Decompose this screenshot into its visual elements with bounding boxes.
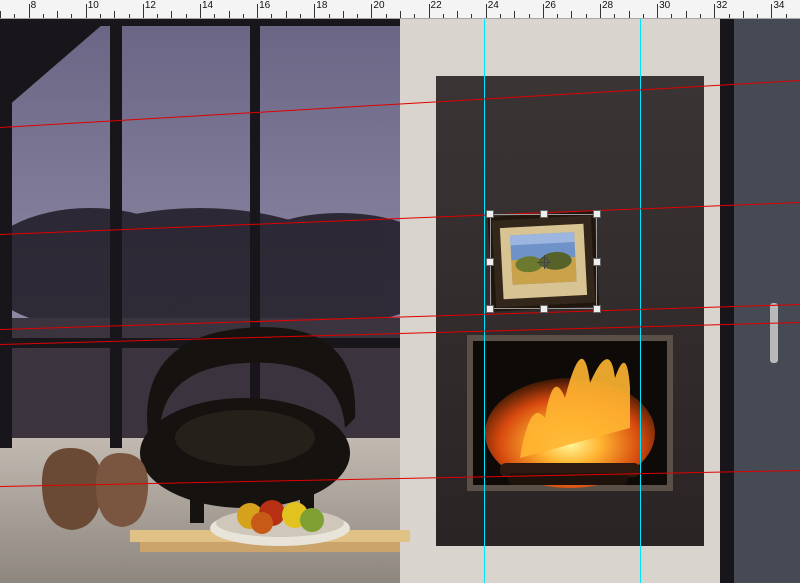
- ruler-tick: [757, 14, 758, 18]
- ruler-tick: [43, 14, 44, 18]
- ruler-tick: [571, 11, 572, 18]
- ruler-label: 8: [31, 0, 37, 11]
- vertical-guide[interactable]: [484, 18, 485, 583]
- ruler-tick: [271, 14, 272, 18]
- ruler-tick-major: [29, 4, 30, 18]
- transform-handle-ne[interactable]: [593, 210, 601, 218]
- transform-handle-se[interactable]: [593, 305, 601, 313]
- ruler-tick: [286, 11, 287, 18]
- ruler-tick-major: [771, 4, 772, 18]
- transform-handle-n[interactable]: [540, 210, 548, 218]
- ruler-tick: [14, 14, 15, 18]
- ruler-tick: [500, 14, 501, 18]
- ruler-tick-major: [486, 4, 487, 18]
- ruler-tick: [0, 11, 1, 18]
- ruler-tick-major: [257, 4, 258, 18]
- ruler-label: 34: [773, 0, 784, 11]
- ruler-tick: [357, 14, 358, 18]
- ruler-tick: [71, 14, 72, 18]
- free-transform-selection[interactable]: [490, 214, 597, 309]
- ruler-tick-major: [143, 4, 144, 18]
- ruler-tick-major: [86, 4, 87, 18]
- ruler-label: 22: [431, 0, 442, 11]
- ruler-tick-major: [314, 4, 315, 18]
- ruler-tick: [157, 14, 158, 18]
- ruler-tick: [557, 14, 558, 18]
- ruler-tick: [700, 14, 701, 18]
- ruler-tick: [786, 14, 787, 18]
- ruler-tick-major: [657, 4, 658, 18]
- ruler-tick-major: [200, 4, 201, 18]
- vertical-guide[interactable]: [640, 18, 641, 583]
- transform-handle-s[interactable]: [540, 305, 548, 313]
- ruler-label: 28: [602, 0, 613, 11]
- ruler-label: 24: [488, 0, 499, 11]
- ruler-tick: [643, 14, 644, 18]
- ruler-tick-major: [543, 4, 544, 18]
- ruler-tick: [414, 14, 415, 18]
- ruler-tick: [743, 11, 744, 18]
- ruler-label: 12: [145, 0, 156, 11]
- ruler-label: 26: [545, 0, 556, 11]
- transform-center-point[interactable]: [537, 255, 551, 269]
- horizontal-ruler[interactable]: 8 10 12 14 16 18 20 22 24 26 28 30 32 34: [0, 0, 800, 19]
- ruler-tick: [729, 14, 730, 18]
- ruler-tick: [529, 14, 530, 18]
- ruler-tick: [471, 14, 472, 18]
- ruler-tick: [171, 11, 172, 18]
- ruler-tick-major: [600, 4, 601, 18]
- ruler-tick: [114, 11, 115, 18]
- document-canvas[interactable]: [0, 18, 800, 583]
- ruler-tick: [671, 14, 672, 18]
- ruler-tick: [343, 11, 344, 18]
- ruler-tick: [629, 11, 630, 18]
- ruler-tick: [243, 14, 244, 18]
- ruler-tick: [329, 14, 330, 18]
- ruler-tick: [386, 14, 387, 18]
- editor-viewport: 8 10 12 14 16 18 20 22 24 26 28 30 32 34: [0, 0, 800, 583]
- ruler-tick-major: [429, 4, 430, 18]
- ruler-tick: [186, 14, 187, 18]
- ruler-tick-major: [714, 4, 715, 18]
- transform-handle-nw[interactable]: [486, 210, 494, 218]
- ruler-tick: [586, 14, 587, 18]
- ruler-label: 16: [259, 0, 270, 11]
- ruler-tick-major: [371, 4, 372, 18]
- ruler-tick: [214, 14, 215, 18]
- ruler-label: 30: [659, 0, 670, 11]
- ruler-tick: [57, 11, 58, 18]
- ruler-label: 14: [202, 0, 213, 11]
- transform-handle-w[interactable]: [486, 258, 494, 266]
- ruler-label: 18: [316, 0, 327, 11]
- ruler-tick: [400, 11, 401, 18]
- ruler-label: 20: [373, 0, 384, 11]
- ruler-tick: [129, 14, 130, 18]
- ruler-tick: [457, 11, 458, 18]
- ruler-tick: [614, 14, 615, 18]
- ruler-tick: [229, 11, 230, 18]
- ruler-tick: [686, 11, 687, 18]
- ruler-tick: [443, 14, 444, 18]
- transform-handle-e[interactable]: [593, 258, 601, 266]
- ruler-tick: [100, 14, 101, 18]
- transform-handle-sw[interactable]: [486, 305, 494, 313]
- ruler-label: 32: [716, 0, 727, 11]
- ruler-tick: [300, 14, 301, 18]
- ruler-label: 10: [88, 0, 99, 11]
- ruler-tick: [514, 11, 515, 18]
